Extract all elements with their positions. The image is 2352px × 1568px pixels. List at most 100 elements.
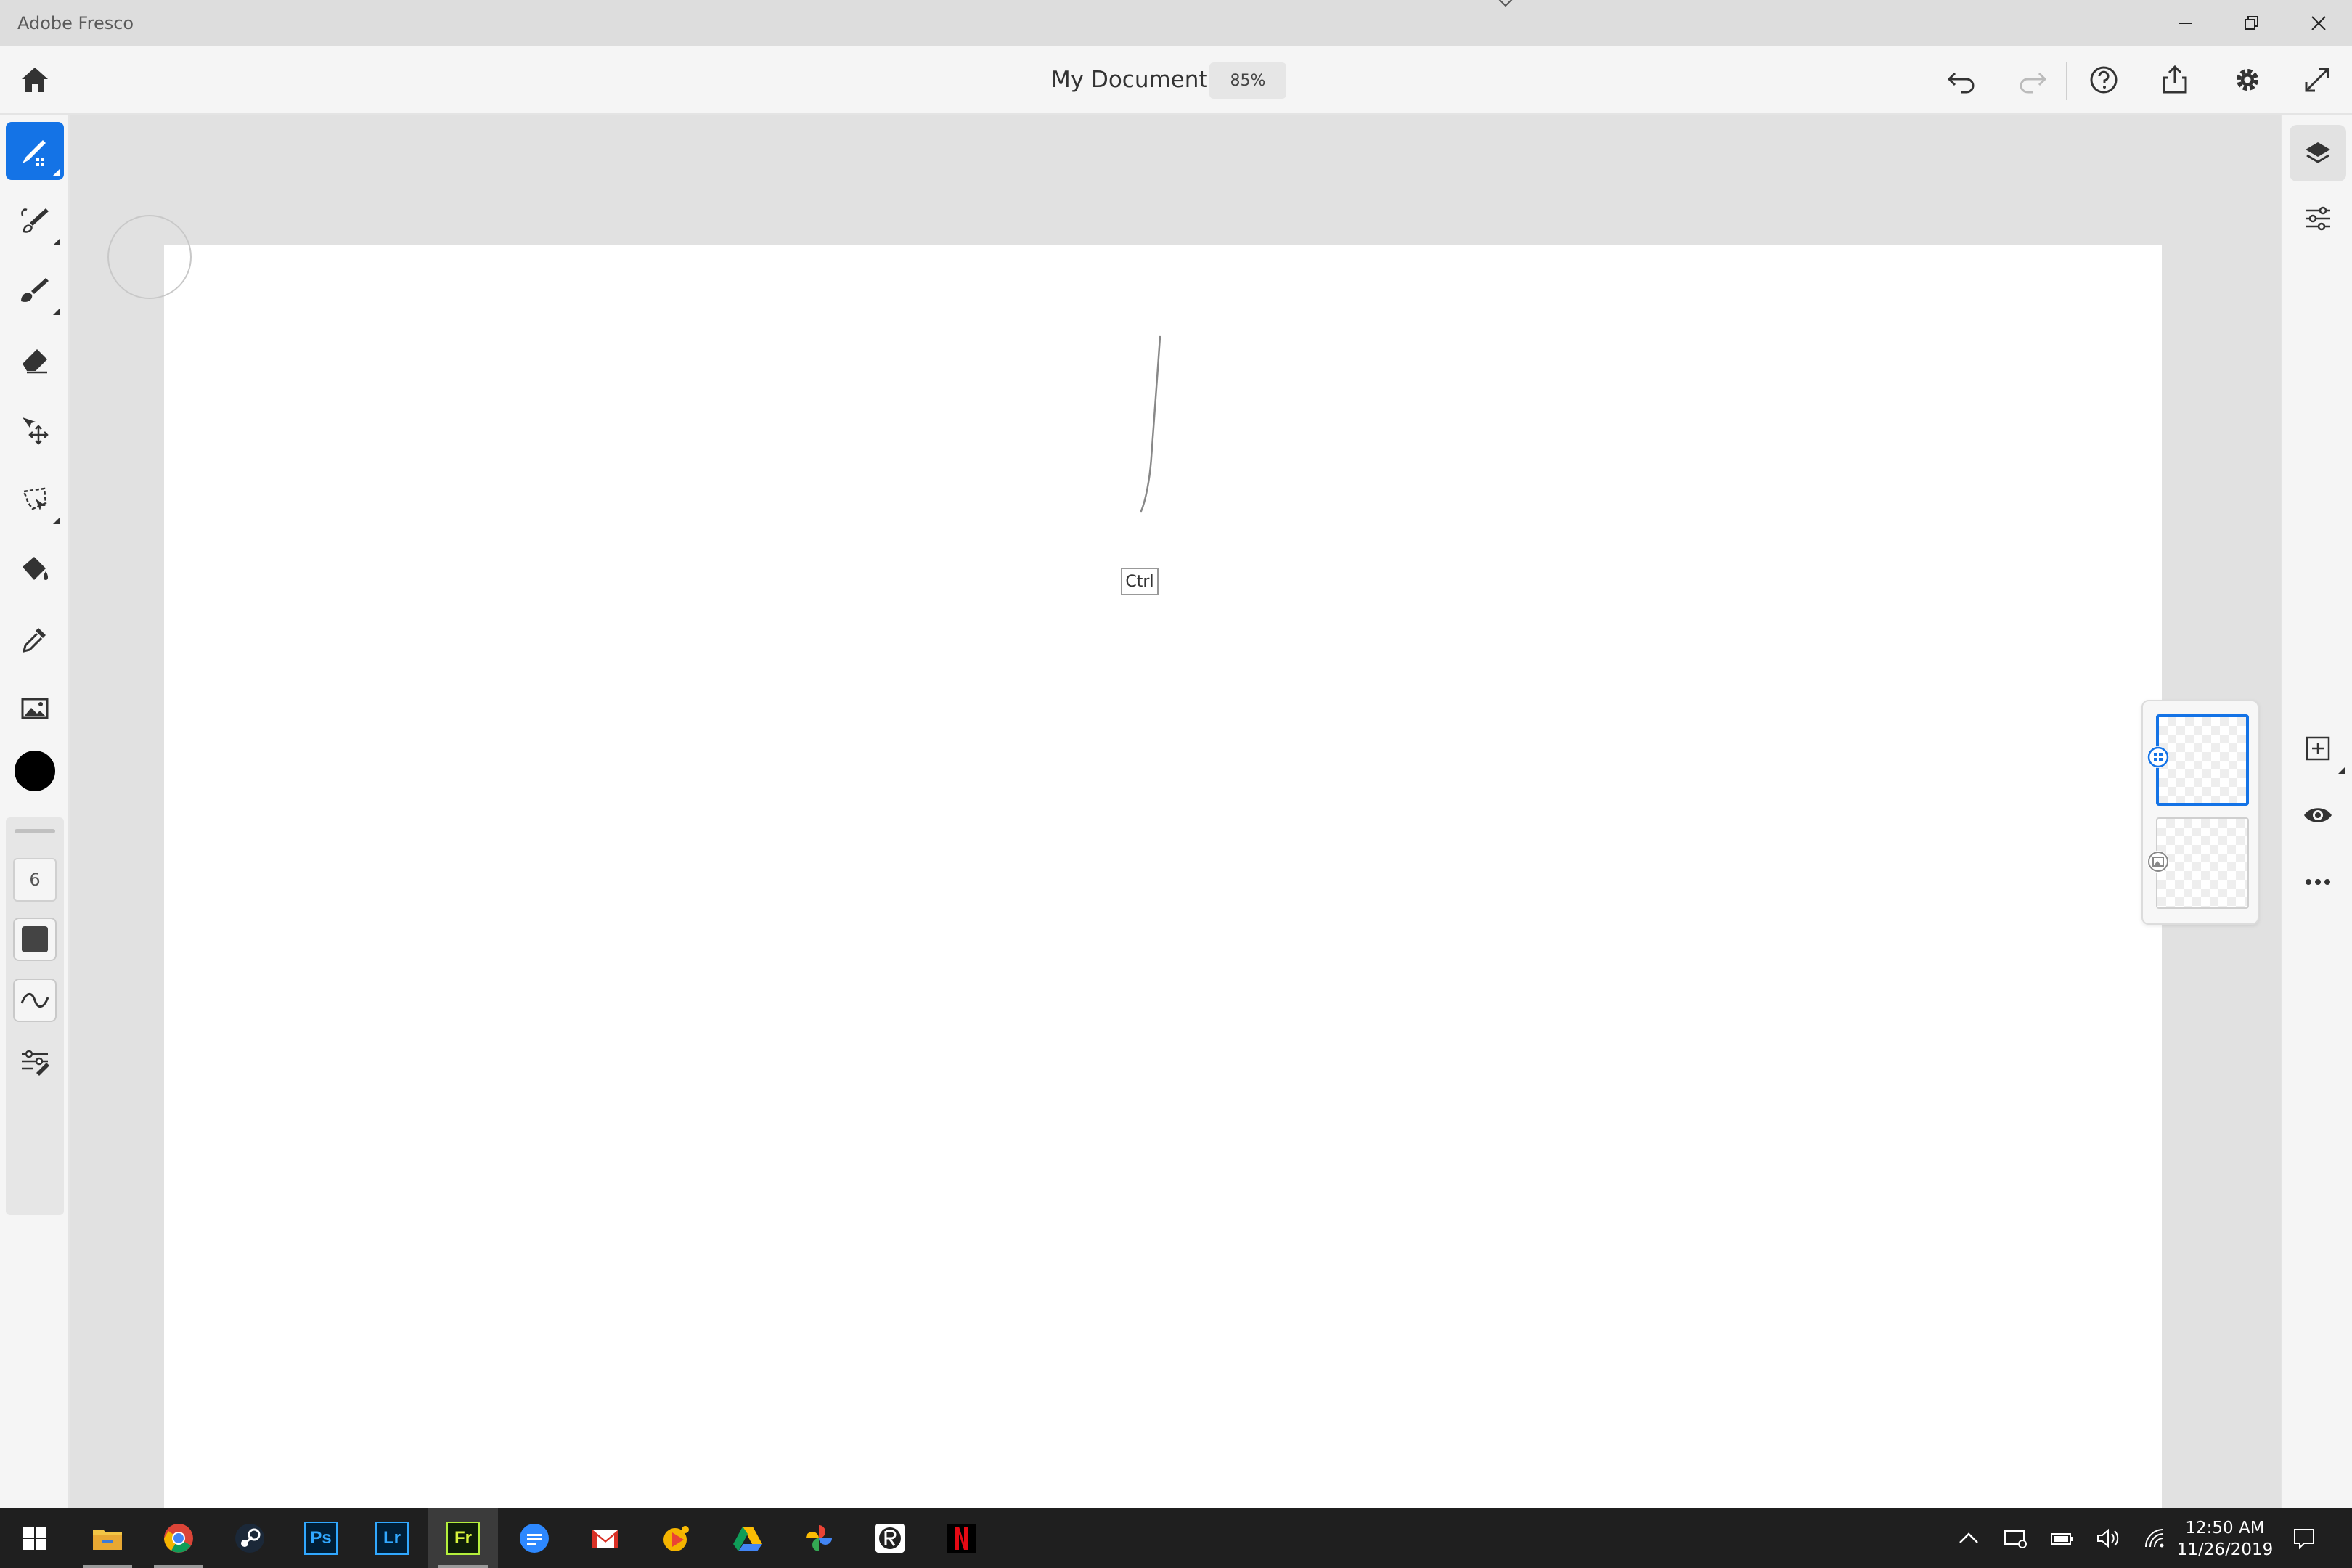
layer-visibility-button[interactable] [2290, 787, 2346, 844]
brush-stroke [1140, 335, 1161, 513]
brush-smoothing-button[interactable] [13, 979, 57, 1022]
lightroom-icon: Lr [375, 1522, 409, 1555]
steam-icon [235, 1524, 264, 1553]
monitor-icon [2004, 1530, 2027, 1548]
add-layer-button[interactable] [2290, 720, 2346, 777]
fullscreen-icon [2305, 68, 2329, 92]
messenger-icon [520, 1524, 549, 1553]
taskbar-steam[interactable] [215, 1508, 285, 1568]
undo-button[interactable] [1940, 58, 1983, 102]
pixel-layer-badge [2147, 746, 2169, 768]
vector-brush-tool[interactable] [6, 261, 64, 319]
share-icon [2163, 65, 2187, 94]
undo-icon [1947, 72, 1975, 94]
title-bar: Adobe Fresco [0, 0, 2352, 46]
minimize-icon [2179, 23, 2192, 24]
eraser-tool[interactable] [6, 331, 64, 389]
fullscreen-button[interactable] [2295, 58, 2339, 102]
gear-icon [2237, 69, 2258, 91]
chevron-up-icon [1959, 1532, 1978, 1543]
redo-button[interactable] [2011, 58, 2054, 102]
pixel-brush-tool[interactable] [6, 122, 64, 180]
share-button[interactable] [2153, 58, 2197, 102]
taskbar-gmail[interactable] [571, 1508, 640, 1568]
selection-tool[interactable] [6, 470, 64, 528]
start-button[interactable] [0, 1508, 70, 1568]
eyedropper-tool[interactable] [6, 610, 64, 668]
modifier-key-hint: Ctrl [1121, 568, 1159, 595]
taskbar-google-drive[interactable] [713, 1508, 783, 1568]
folder-icon [93, 1530, 122, 1550]
layer-thumbnail-2[interactable] [2156, 817, 2249, 909]
taskbar-messenger[interactable] [499, 1508, 569, 1568]
brush-flow-button[interactable] [13, 918, 57, 961]
clock-date: 11/26/2019 [2176, 1540, 2274, 1559]
settings-button[interactable] [2226, 58, 2269, 102]
taskbar-photoshop[interactable]: Ps [286, 1508, 356, 1568]
eyedropper-icon [22, 628, 46, 653]
brush-settings-button[interactable] [13, 1040, 57, 1083]
redo-icon [2020, 72, 2047, 94]
more-icon [2306, 879, 2330, 885]
home-button[interactable] [13, 58, 57, 102]
close-button[interactable] [2285, 0, 2352, 46]
taskbar-slides[interactable] [642, 1508, 711, 1568]
flow-swatch-icon [22, 926, 48, 952]
windows-logo-icon [23, 1527, 46, 1550]
layer-properties-toggle[interactable] [2290, 190, 2346, 247]
show-hidden-icons-button[interactable] [1945, 1508, 1992, 1568]
fill-tool[interactable] [6, 540, 64, 598]
restore-button[interactable] [2218, 0, 2285, 46]
eraser-icon [23, 349, 47, 374]
minimize-button[interactable] [2152, 0, 2218, 46]
clock-time: 12:50 AM [2185, 1519, 2265, 1538]
panel-drag-handle[interactable] [15, 829, 55, 833]
adjustments-icon [2306, 206, 2330, 231]
tray-display[interactable] [1992, 1508, 2038, 1568]
brush-size-field[interactable]: 6 [13, 858, 57, 902]
pixel-brush-icon [23, 140, 46, 166]
place-image-tool[interactable] [6, 679, 64, 738]
taskbar-netflix[interactable] [926, 1508, 996, 1568]
zoom-level[interactable]: 85% [1209, 62, 1286, 99]
image-layer-icon [2148, 852, 2168, 872]
taskbar-photos[interactable] [784, 1508, 854, 1568]
document-title[interactable]: My Document [1051, 67, 1208, 93]
tray-battery[interactable] [2038, 1508, 2085, 1568]
pixel-layer-icon [2147, 746, 2169, 768]
live-brush-icon [21, 208, 49, 233]
help-icon [2090, 66, 2118, 94]
restore-icon [2245, 16, 2258, 30]
chrome-icon [164, 1524, 193, 1553]
tray-volume[interactable] [2085, 1508, 2131, 1568]
drawing-canvas[interactable] [164, 245, 2162, 1568]
netflix-icon [947, 1524, 976, 1553]
add-layer-icon [2306, 736, 2330, 761]
taskbar-fresco[interactable]: Fr [428, 1508, 498, 1568]
layer-thumbnail-1[interactable] [2156, 714, 2249, 806]
vector-brush-icon [21, 278, 49, 302]
wifi-icon [2145, 1529, 2164, 1548]
action-center-button[interactable] [2281, 1508, 2327, 1568]
taskbar-app-r[interactable] [855, 1508, 925, 1568]
layers-panel-toggle[interactable] [2290, 125, 2346, 181]
taskbar-chrome[interactable] [144, 1508, 213, 1568]
app-root: Adobe Fresco My Document 85% 6 Ctrl Ps L… [0, 0, 2352, 1568]
taskbar-clock[interactable]: 12:50 AM 11/26/2019 [2171, 1517, 2279, 1561]
chevron-down-icon[interactable] [1495, 0, 1516, 10]
live-brush-tool[interactable] [6, 192, 64, 250]
taskbar-lightroom[interactable]: Lr [357, 1508, 427, 1568]
windows-taskbar: Ps Lr Fr 12:50 AM 11/26/2019 [0, 1508, 2352, 1568]
left-tool-panel: 6 [0, 115, 70, 1508]
more-options-button[interactable] [2290, 854, 2346, 910]
taskbar-file-explorer[interactable] [73, 1508, 142, 1568]
gmail-icon [592, 1530, 618, 1548]
photoshop-icon: Ps [304, 1522, 338, 1555]
brush-cursor [107, 215, 192, 299]
image-icon [21, 698, 49, 719]
color-swatch[interactable] [15, 751, 55, 791]
close-icon [2311, 16, 2326, 30]
transform-tool[interactable] [6, 401, 64, 459]
help-button[interactable] [2082, 58, 2126, 102]
notification-icon [2294, 1529, 2314, 1550]
